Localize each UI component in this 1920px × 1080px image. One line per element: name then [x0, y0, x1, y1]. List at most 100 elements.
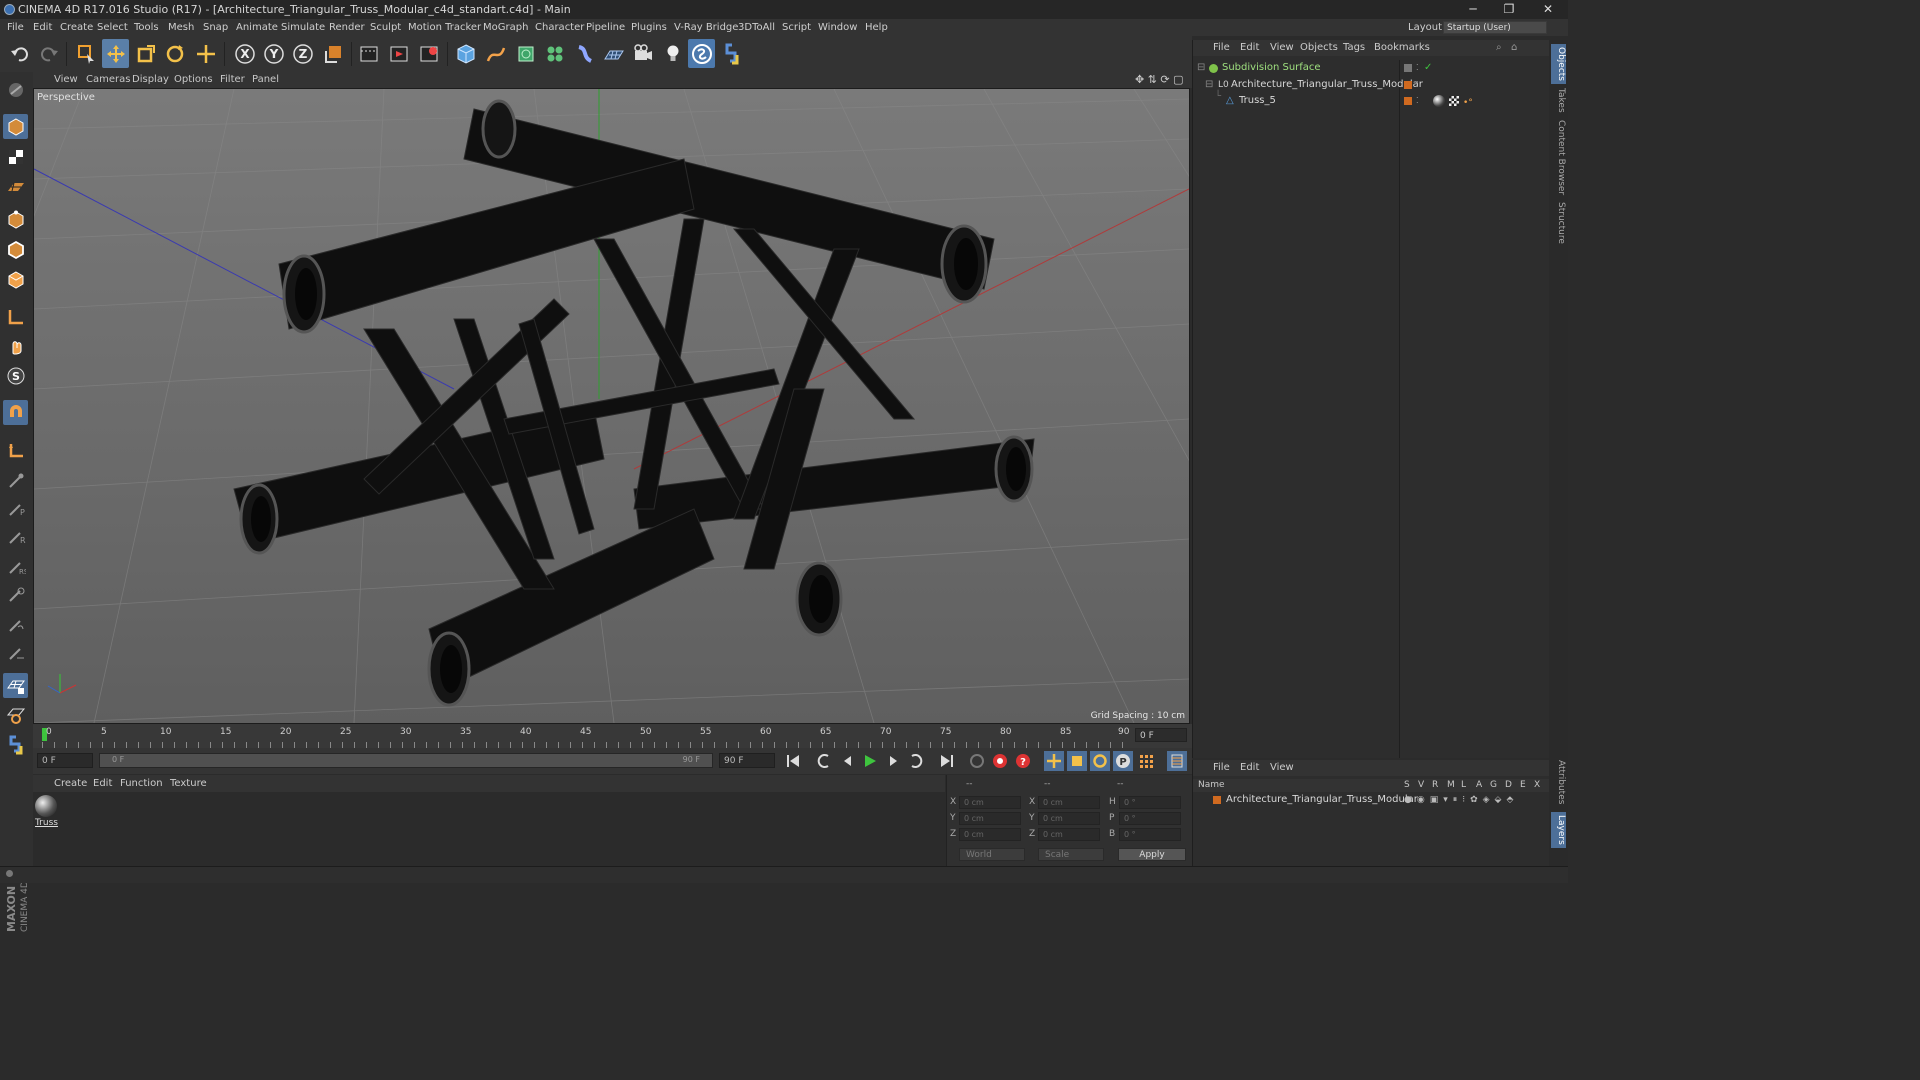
- menu-character[interactable]: Character: [535, 19, 584, 36]
- size-z-field[interactable]: 0 cm: [1038, 828, 1100, 841]
- subdivision-icon[interactable]: [512, 39, 539, 68]
- axis-icon[interactable]: [3, 438, 28, 463]
- layer-flag-icons[interactable]: ●◉▣▾⏸⁝✿◈⬙⬘: [1404, 792, 1518, 808]
- collapse-icon[interactable]: ⊟: [1205, 77, 1213, 93]
- menu-plugins[interactable]: Plugins: [631, 19, 667, 36]
- coordinate-system-icon[interactable]: [320, 39, 347, 68]
- menu-select[interactable]: Select: [97, 19, 128, 36]
- snap-icon[interactable]: S: [3, 363, 28, 388]
- object-menu-view[interactable]: View: [1270, 40, 1294, 56]
- position-y-field[interactable]: 0 cm: [959, 812, 1021, 825]
- undo-icon[interactable]: [6, 39, 33, 68]
- render-picture-viewer-icon[interactable]: [385, 39, 412, 68]
- object-menu-tags[interactable]: Tags: [1343, 40, 1365, 56]
- material-tag-icon[interactable]: [1433, 95, 1445, 107]
- go-to-end-icon[interactable]: [937, 751, 957, 771]
- layer-menu-edit[interactable]: Edit: [1240, 760, 1259, 776]
- scale-icon[interactable]: [132, 39, 159, 68]
- viewport-menu-display[interactable]: Display: [132, 72, 169, 88]
- deformer-icon[interactable]: [571, 39, 598, 68]
- phong-tag-icon[interactable]: •°: [1463, 95, 1473, 111]
- scene-icon[interactable]: [688, 39, 715, 68]
- enabled-check-icon[interactable]: ✓: [1424, 60, 1432, 76]
- visibility-dots-icon[interactable]: ⁚: [1416, 60, 1419, 76]
- layer-menu-file[interactable]: File: [1213, 760, 1230, 776]
- visibility-dots-icon[interactable]: ⁚: [1416, 77, 1419, 93]
- material-menu-create[interactable]: Create: [54, 775, 87, 792]
- menu-animate[interactable]: Animate: [236, 19, 278, 36]
- python-icon[interactable]: [718, 39, 745, 68]
- move-icon[interactable]: [102, 39, 129, 68]
- brush-tool-icon[interactable]: [3, 468, 28, 493]
- render-view-icon[interactable]: [355, 39, 382, 68]
- tab-layers[interactable]: Layers: [1551, 812, 1566, 848]
- previous-key-icon[interactable]: [814, 751, 834, 771]
- apply-button[interactable]: Apply: [1118, 848, 1186, 861]
- points-mode-icon[interactable]: [3, 207, 28, 232]
- knife-icon[interactable]: R: [3, 524, 28, 549]
- visibility-dots-icon[interactable]: ⁚: [1416, 93, 1419, 109]
- pen-spline-icon[interactable]: [482, 39, 509, 68]
- size-x-field[interactable]: 0 cm: [1038, 796, 1100, 809]
- viewport-menu-cameras[interactable]: Cameras: [86, 72, 130, 88]
- sculpt-icon[interactable]: P: [3, 496, 28, 521]
- collapse-icon[interactable]: ⊟: [1197, 60, 1205, 76]
- texture-tag-icon[interactable]: [1449, 96, 1459, 106]
- layout-select[interactable]: Startup (User): [1443, 21, 1547, 34]
- light-icon[interactable]: [659, 39, 686, 68]
- menu-edit[interactable]: Edit: [33, 19, 52, 36]
- material-menu-edit[interactable]: Edit: [93, 775, 112, 792]
- object-row-subdivision-surface[interactable]: ⊟ Subdivision Surface ⁚ ✓: [1193, 60, 1550, 76]
- render-settings-icon[interactable]: [415, 39, 442, 68]
- tweak-icon[interactable]: [3, 333, 28, 358]
- grid-lock-icon[interactable]: [3, 673, 28, 698]
- menu-motion-tracker[interactable]: Motion Tracker: [408, 19, 481, 36]
- key-rotation-icon[interactable]: [1090, 751, 1110, 771]
- layer-row[interactable]: Architecture_Triangular_Truss_Modular ●◉…: [1193, 792, 1550, 808]
- object-menu-bookmarks[interactable]: Bookmarks: [1374, 40, 1430, 56]
- menu-vray-bridge[interactable]: V-Ray Bridge: [674, 19, 738, 36]
- rotation-b-field[interactable]: 0 °: [1119, 828, 1181, 841]
- auto-keying-icon[interactable]: ?: [1013, 751, 1033, 771]
- material-item[interactable]: Truss: [35, 795, 59, 831]
- end-frame-field[interactable]: 90 F: [719, 753, 775, 768]
- tab-structure[interactable]: Structure: [1551, 202, 1566, 244]
- key-position-icon[interactable]: [1044, 751, 1064, 771]
- viewport-menu-filter[interactable]: Filter: [220, 72, 245, 88]
- maximize-button[interactable]: ❐: [1491, 0, 1527, 19]
- record-icon[interactable]: [990, 751, 1010, 771]
- menu-help[interactable]: Help: [865, 19, 888, 36]
- timeline-ruler[interactable]: 0 5 10 15 20 25 30 35 40 45 50 55 60 65 …: [33, 724, 1192, 748]
- tab-content-browser[interactable]: Content Browser: [1551, 120, 1566, 195]
- material-menu-function[interactable]: Function: [120, 775, 163, 792]
- transform-icon[interactable]: [192, 39, 219, 68]
- menu-sculpt[interactable]: Sculpt: [370, 19, 401, 36]
- magnet-icon[interactable]: [3, 400, 28, 425]
- bevel-icon[interactable]: [3, 582, 28, 607]
- play-icon[interactable]: [860, 751, 880, 771]
- rotate-icon[interactable]: [161, 39, 188, 68]
- close-button[interactable]: ✕: [1530, 0, 1566, 19]
- layer-menu-view[interactable]: View: [1270, 760, 1294, 776]
- position-z-field[interactable]: 0 cm: [959, 828, 1021, 841]
- tab-objects[interactable]: Objects: [1551, 44, 1566, 85]
- coordinate-mode-select[interactable]: Scale: [1038, 848, 1104, 861]
- object-row-truss-5[interactable]: └ △ Truss_5 ⁚ •°: [1193, 91, 1550, 111]
- key-scale-icon[interactable]: [1067, 751, 1087, 771]
- bridge-icon[interactable]: [3, 612, 28, 637]
- menu-snap[interactable]: Snap: [203, 19, 228, 36]
- x-axis-icon[interactable]: X: [231, 39, 258, 68]
- enable-axis-icon[interactable]: [3, 304, 28, 329]
- texture-mode-icon[interactable]: [3, 144, 28, 169]
- menu-mesh[interactable]: Mesh: [168, 19, 194, 36]
- go-to-start-icon[interactable]: [783, 751, 803, 771]
- polygons-mode-icon[interactable]: [3, 267, 28, 292]
- cube-icon[interactable]: [452, 39, 479, 68]
- object-menu-file[interactable]: File: [1213, 40, 1230, 56]
- tab-takes[interactable]: Takes: [1551, 88, 1566, 113]
- rotation-h-field[interactable]: 0 °: [1119, 796, 1181, 809]
- tab-attributes[interactable]: Attributes: [1551, 760, 1566, 804]
- live-selection-icon[interactable]: [72, 39, 99, 68]
- python-generator-icon[interactable]: [3, 732, 28, 757]
- size-y-field[interactable]: 0 cm: [1038, 812, 1100, 825]
